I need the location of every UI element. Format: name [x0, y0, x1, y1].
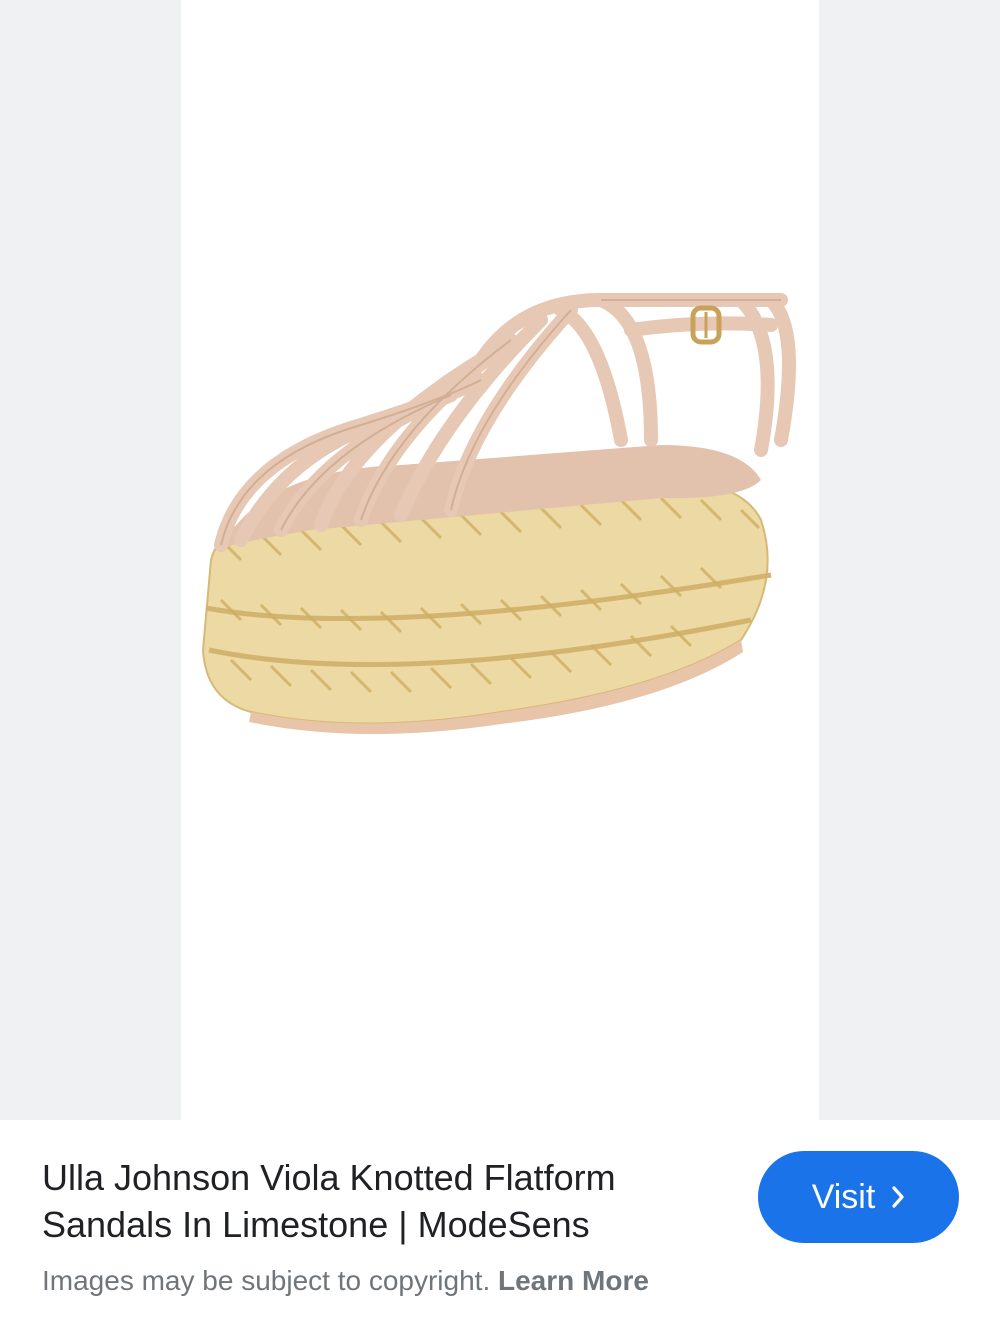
product-image[interactable] [181, 0, 819, 1120]
result-title[interactable]: Ulla Johnson Viola Knotted Flatform Sand… [42, 1154, 732, 1248]
chevron-right-icon [892, 1186, 904, 1208]
result-title-line2: Sandals In Limestone | ModeSens [42, 1204, 590, 1245]
sandal-illustration [201, 293, 796, 735]
visit-label: Visit [811, 1177, 876, 1216]
result-info-panel: Ulla Johnson Viola Knotted Flatform Sand… [0, 1120, 1000, 1333]
copyright-text: Images may be subject to copyright. [42, 1265, 491, 1296]
copyright-notice: Images may be subject to copyright. Lear… [42, 1265, 649, 1297]
visit-button[interactable]: Visit [758, 1151, 959, 1243]
learn-more-link[interactable]: Learn More [498, 1265, 649, 1296]
result-title-line1: Ulla Johnson Viola Knotted Flatform [42, 1157, 616, 1198]
image-viewer [0, 0, 1000, 1120]
